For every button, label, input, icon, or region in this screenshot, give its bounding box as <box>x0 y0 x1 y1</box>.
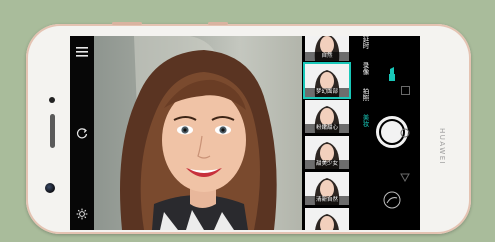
mode-timelapse[interactable]: 延时 <box>352 36 370 49</box>
brand-logo: HUAWEI <box>438 128 446 166</box>
front-camera-lens <box>45 183 55 193</box>
filter-thumb-4[interactable]: 甜美少女 <box>305 136 349 169</box>
recent-apps-icon[interactable] <box>399 84 411 96</box>
settings-gear-icon[interactable] <box>74 206 90 222</box>
filter-label: 清新自然 <box>305 196 349 205</box>
beauty-filter-strip: 自然 梦幻面部 粉嫩甜心 甜美少女 清新自然 自然 <box>302 36 352 230</box>
menu-icon[interactable] <box>74 44 90 60</box>
earpiece-speaker <box>50 114 55 148</box>
home-icon[interactable] <box>399 127 411 139</box>
back-icon[interactable] <box>399 171 411 183</box>
proximity-sensor <box>49 97 55 103</box>
filter-thumb-1[interactable]: 自然 <box>305 36 349 61</box>
filter-label: 甜美少女 <box>305 160 349 169</box>
camera-screen: 自然 梦幻面部 粉嫩甜心 甜美少女 清新自然 自然 美妆 拍照 录像 延时 <box>70 36 420 230</box>
android-navigation-bar <box>394 36 416 230</box>
selfie-preview-image <box>120 36 277 230</box>
switch-camera-icon[interactable] <box>74 125 90 141</box>
filter-thumb-2[interactable]: 梦幻面部 <box>305 64 349 97</box>
camera-viewfinder[interactable] <box>94 36 302 230</box>
filter-preview-face <box>305 208 349 230</box>
filter-thumb-3[interactable]: 粉嫩甜心 <box>305 100 349 133</box>
mode-video[interactable]: 录像 <box>352 62 370 75</box>
filter-thumb-6[interactable]: 自然 <box>305 208 349 230</box>
filter-label: 自然 <box>305 52 349 61</box>
power-button[interactable] <box>208 22 228 25</box>
filter-thumb-5[interactable]: 清新自然 <box>305 172 349 205</box>
camera-left-toolbar <box>70 36 94 230</box>
camera-mode-selector: 美妆 拍照 录像 延时 <box>352 36 370 230</box>
volume-button[interactable] <box>112 22 142 25</box>
mode-photo[interactable]: 拍照 <box>352 88 370 101</box>
mode-makeup[interactable]: 美妆 <box>352 114 370 127</box>
filter-label: 粉嫩甜心 <box>305 124 349 133</box>
filter-label: 梦幻面部 <box>305 88 349 97</box>
